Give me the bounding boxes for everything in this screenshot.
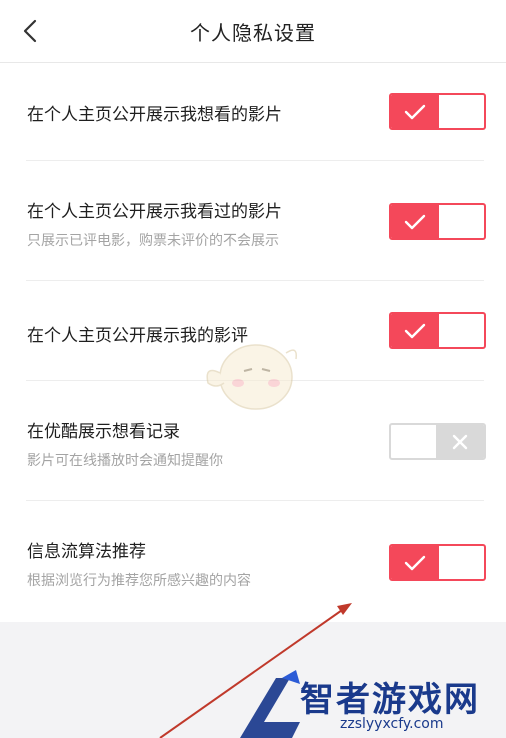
page-title: 个人隐私设置 (190, 21, 316, 45)
setting-title: 信息流算法推荐 (27, 542, 146, 562)
setting-subtitle: 只展示已评电影，购票未评价的不会展示 (27, 233, 279, 249)
setting-subtitle: 影片可在线播放时会通知提醒你 (27, 453, 223, 469)
setting-row-want-to-watch: 在个人主页公开展示我想看的影片 (0, 62, 506, 161)
watermark-site-url: zzslyyxcfy.com (340, 716, 444, 732)
toggle-switch[interactable] (389, 544, 486, 581)
check-icon (404, 214, 426, 229)
header-bar: 个人隐私设置 (0, 0, 506, 63)
check-icon (404, 555, 426, 570)
setting-title: 在优酷展示想看记录 (27, 422, 180, 442)
setting-subtitle: 根据浏览行为推荐您所感兴趣的内容 (27, 573, 251, 589)
setting-row-watched: 在个人主页公开展示我看过的影片 只展示已评电影，购票未评价的不会展示 (0, 161, 506, 281)
check-icon (404, 104, 426, 119)
toggle-knob (391, 205, 439, 238)
toggle-switch[interactable] (389, 93, 486, 130)
watermark-site-name: 智者游戏网 (300, 680, 480, 720)
toggle-switch[interactable] (389, 203, 486, 240)
toggle-knob (391, 546, 439, 579)
setting-title: 在个人主页公开展示我想看的影片 (27, 105, 282, 125)
mascot-watermark-icon (206, 344, 298, 410)
toggle-switch[interactable] (389, 312, 486, 349)
toggle-knob (391, 314, 439, 347)
toggle-knob (391, 95, 439, 128)
close-icon (452, 434, 468, 449)
setting-title: 在个人主页公开展示我看过的影片 (27, 202, 282, 222)
toggle-switch[interactable] (389, 423, 486, 460)
check-icon (404, 323, 426, 338)
toggle-knob (436, 425, 484, 458)
setting-row-algorithm: 信息流算法推荐 根据浏览行为推荐您所感兴趣的内容 (0, 501, 506, 622)
